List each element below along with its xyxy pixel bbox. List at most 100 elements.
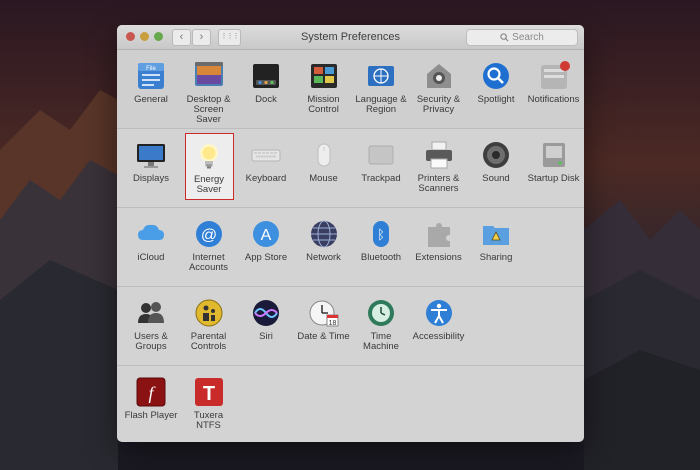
desktop-icon: [193, 60, 225, 92]
search-field[interactable]: Search: [466, 29, 578, 46]
pref-pane-security[interactable]: Security & Privacy: [411, 60, 467, 115]
pref-pane-date-time[interactable]: 18 Date & Time: [296, 297, 352, 342]
pref-pane-parental-controls[interactable]: Parental Controls: [181, 297, 237, 352]
sound-icon: [480, 139, 512, 171]
pref-pane-keyboard[interactable]: Keyboard: [238, 139, 294, 184]
pref-pane-label: Mouse: [309, 173, 338, 184]
parental-controls-icon: [193, 297, 225, 329]
pref-pane-label: Dock: [255, 94, 277, 105]
pref-pane-extensions[interactable]: Extensions: [411, 218, 467, 263]
pref-pane-label: Mission Control: [307, 94, 340, 115]
pref-pane-label: Date & Time: [297, 331, 350, 342]
spotlight-icon: [480, 60, 512, 92]
sharing-icon: [480, 218, 512, 250]
energy-saver-icon: [193, 140, 225, 172]
pref-pane-mission-control[interactable]: Mission Control: [296, 60, 352, 115]
pref-pane-label: Time Machine: [363, 331, 399, 352]
pref-pane-label: Bluetooth: [360, 252, 402, 263]
pref-pane-startup-disk[interactable]: Startup Disk: [526, 139, 582, 184]
pref-pane-label: Internet Accounts: [188, 252, 229, 273]
pref-pane-internet-accounts[interactable]: @ Internet Accounts: [181, 218, 237, 273]
language-region-icon: [365, 60, 397, 92]
pref-pane-spotlight[interactable]: Spotlight: [468, 60, 524, 105]
pref-pane-energy-saver[interactable]: Energy Saver: [184, 133, 234, 200]
pref-pane-sharing[interactable]: Sharing: [468, 218, 524, 263]
pref-pane-app-store[interactable]: A App Store: [238, 218, 294, 263]
pref-pane-bluetooth[interactable]: ᛒ Bluetooth: [353, 218, 409, 263]
pref-pane-label: Network: [306, 252, 341, 263]
pref-pane-sound[interactable]: Sound: [468, 139, 524, 184]
flash-player-icon: f: [135, 376, 167, 408]
tuxera-icon: T: [193, 376, 225, 408]
pref-pane-label: Keyboard: [245, 173, 287, 184]
pref-pane-label: Accessibility: [412, 331, 465, 342]
pref-pane-siri[interactable]: Siri: [238, 297, 294, 342]
pref-pane-network[interactable]: Network: [296, 218, 352, 263]
users-icon: [135, 297, 167, 329]
preferences-section: iCloud @ Internet Accounts A App Store Networ…: [117, 208, 584, 287]
pref-pane-printer[interactable]: Printers & Scanners: [411, 139, 467, 194]
pref-pane-label: General: [134, 94, 168, 105]
pref-pane-label: Security & Privacy: [416, 94, 461, 115]
extensions-icon: [423, 218, 455, 250]
pref-pane-label: Desktop & Screen Saver: [186, 94, 231, 125]
search-placeholder: Search: [512, 32, 544, 43]
time-machine-icon: [365, 297, 397, 329]
svg-text:T: T: [202, 383, 214, 405]
startup-disk-icon: [538, 139, 570, 171]
system-preferences-window: ‹ › ⋮⋮⋮ System Preferences Search File Ge…: [117, 25, 584, 442]
pref-pane-label: Displays: [133, 173, 169, 184]
mission-control-icon: [308, 60, 340, 92]
pref-pane-label: Sound: [482, 173, 510, 184]
dock-icon: [250, 60, 282, 92]
pref-pane-label: Tuxera NTFS: [193, 410, 224, 431]
date-time-icon: 18: [308, 297, 340, 329]
trackpad-icon: [365, 139, 397, 171]
icloud-icon: [135, 218, 167, 250]
pref-pane-icloud[interactable]: iCloud: [123, 218, 179, 263]
notifications-icon: [538, 60, 570, 92]
preferences-section: File General Desktop & Screen Saver Dock Mis…: [117, 50, 584, 129]
pref-pane-label: Siri: [259, 331, 273, 342]
pref-pane-label: Sharing: [479, 252, 513, 263]
pref-pane-language-region[interactable]: Language & Region: [353, 60, 409, 115]
pref-pane-flash-player[interactable]: f Flash Player: [123, 376, 179, 421]
pref-pane-label: Startup Disk: [527, 173, 580, 184]
pref-pane-label: Printers & Scanners: [417, 173, 460, 194]
pref-pane-label: Notifications: [527, 94, 580, 105]
pref-pane-time-machine[interactable]: Time Machine: [353, 297, 409, 352]
accessibility-icon: [423, 297, 455, 329]
keyboard-icon: [250, 139, 282, 171]
pref-pane-accessibility[interactable]: Accessibility: [411, 297, 467, 342]
pref-pane-label: Flash Player: [124, 410, 178, 421]
mouse-icon: [308, 139, 340, 171]
pref-pane-label: App Store: [244, 252, 288, 263]
pref-pane-label: Language & Region: [355, 94, 407, 115]
siri-icon: [250, 297, 282, 329]
pref-pane-trackpad[interactable]: Trackpad: [353, 139, 409, 184]
pref-pane-dock[interactable]: Dock: [238, 60, 294, 105]
svg-text:ᛒ: ᛒ: [377, 228, 385, 243]
bluetooth-icon: ᛒ: [365, 218, 397, 250]
pref-pane-desktop[interactable]: Desktop & Screen Saver: [181, 60, 237, 125]
preferences-section: Displays Energy Saver Keyboard Mouse Trackpa…: [117, 129, 584, 208]
printer-icon: [423, 139, 455, 171]
pref-pane-displays[interactable]: Displays: [123, 139, 179, 184]
pref-pane-label: iCloud: [137, 252, 165, 263]
pref-pane-mouse[interactable]: Mouse: [296, 139, 352, 184]
pref-pane-general[interactable]: File General: [123, 60, 179, 105]
search-icon: [500, 33, 509, 42]
pref-pane-notifications[interactable]: Notifications: [526, 60, 582, 105]
svg-text:A: A: [261, 227, 272, 244]
pref-pane-tuxera[interactable]: T Tuxera NTFS: [181, 376, 237, 431]
preferences-section: f Flash Player T Tuxera NTFS: [117, 366, 584, 442]
pref-pane-users[interactable]: Users & Groups: [123, 297, 179, 352]
security-icon: [423, 60, 455, 92]
preferences-section: Users & Groups Parental Controls Siri 18 Dat…: [117, 287, 584, 366]
pref-pane-label: Trackpad: [361, 173, 401, 184]
network-icon: [308, 218, 340, 250]
pref-pane-label: Users & Groups: [134, 331, 168, 352]
internet-accounts-icon: @: [193, 218, 225, 250]
general-icon: File: [135, 60, 167, 92]
svg-text:File: File: [146, 66, 156, 72]
